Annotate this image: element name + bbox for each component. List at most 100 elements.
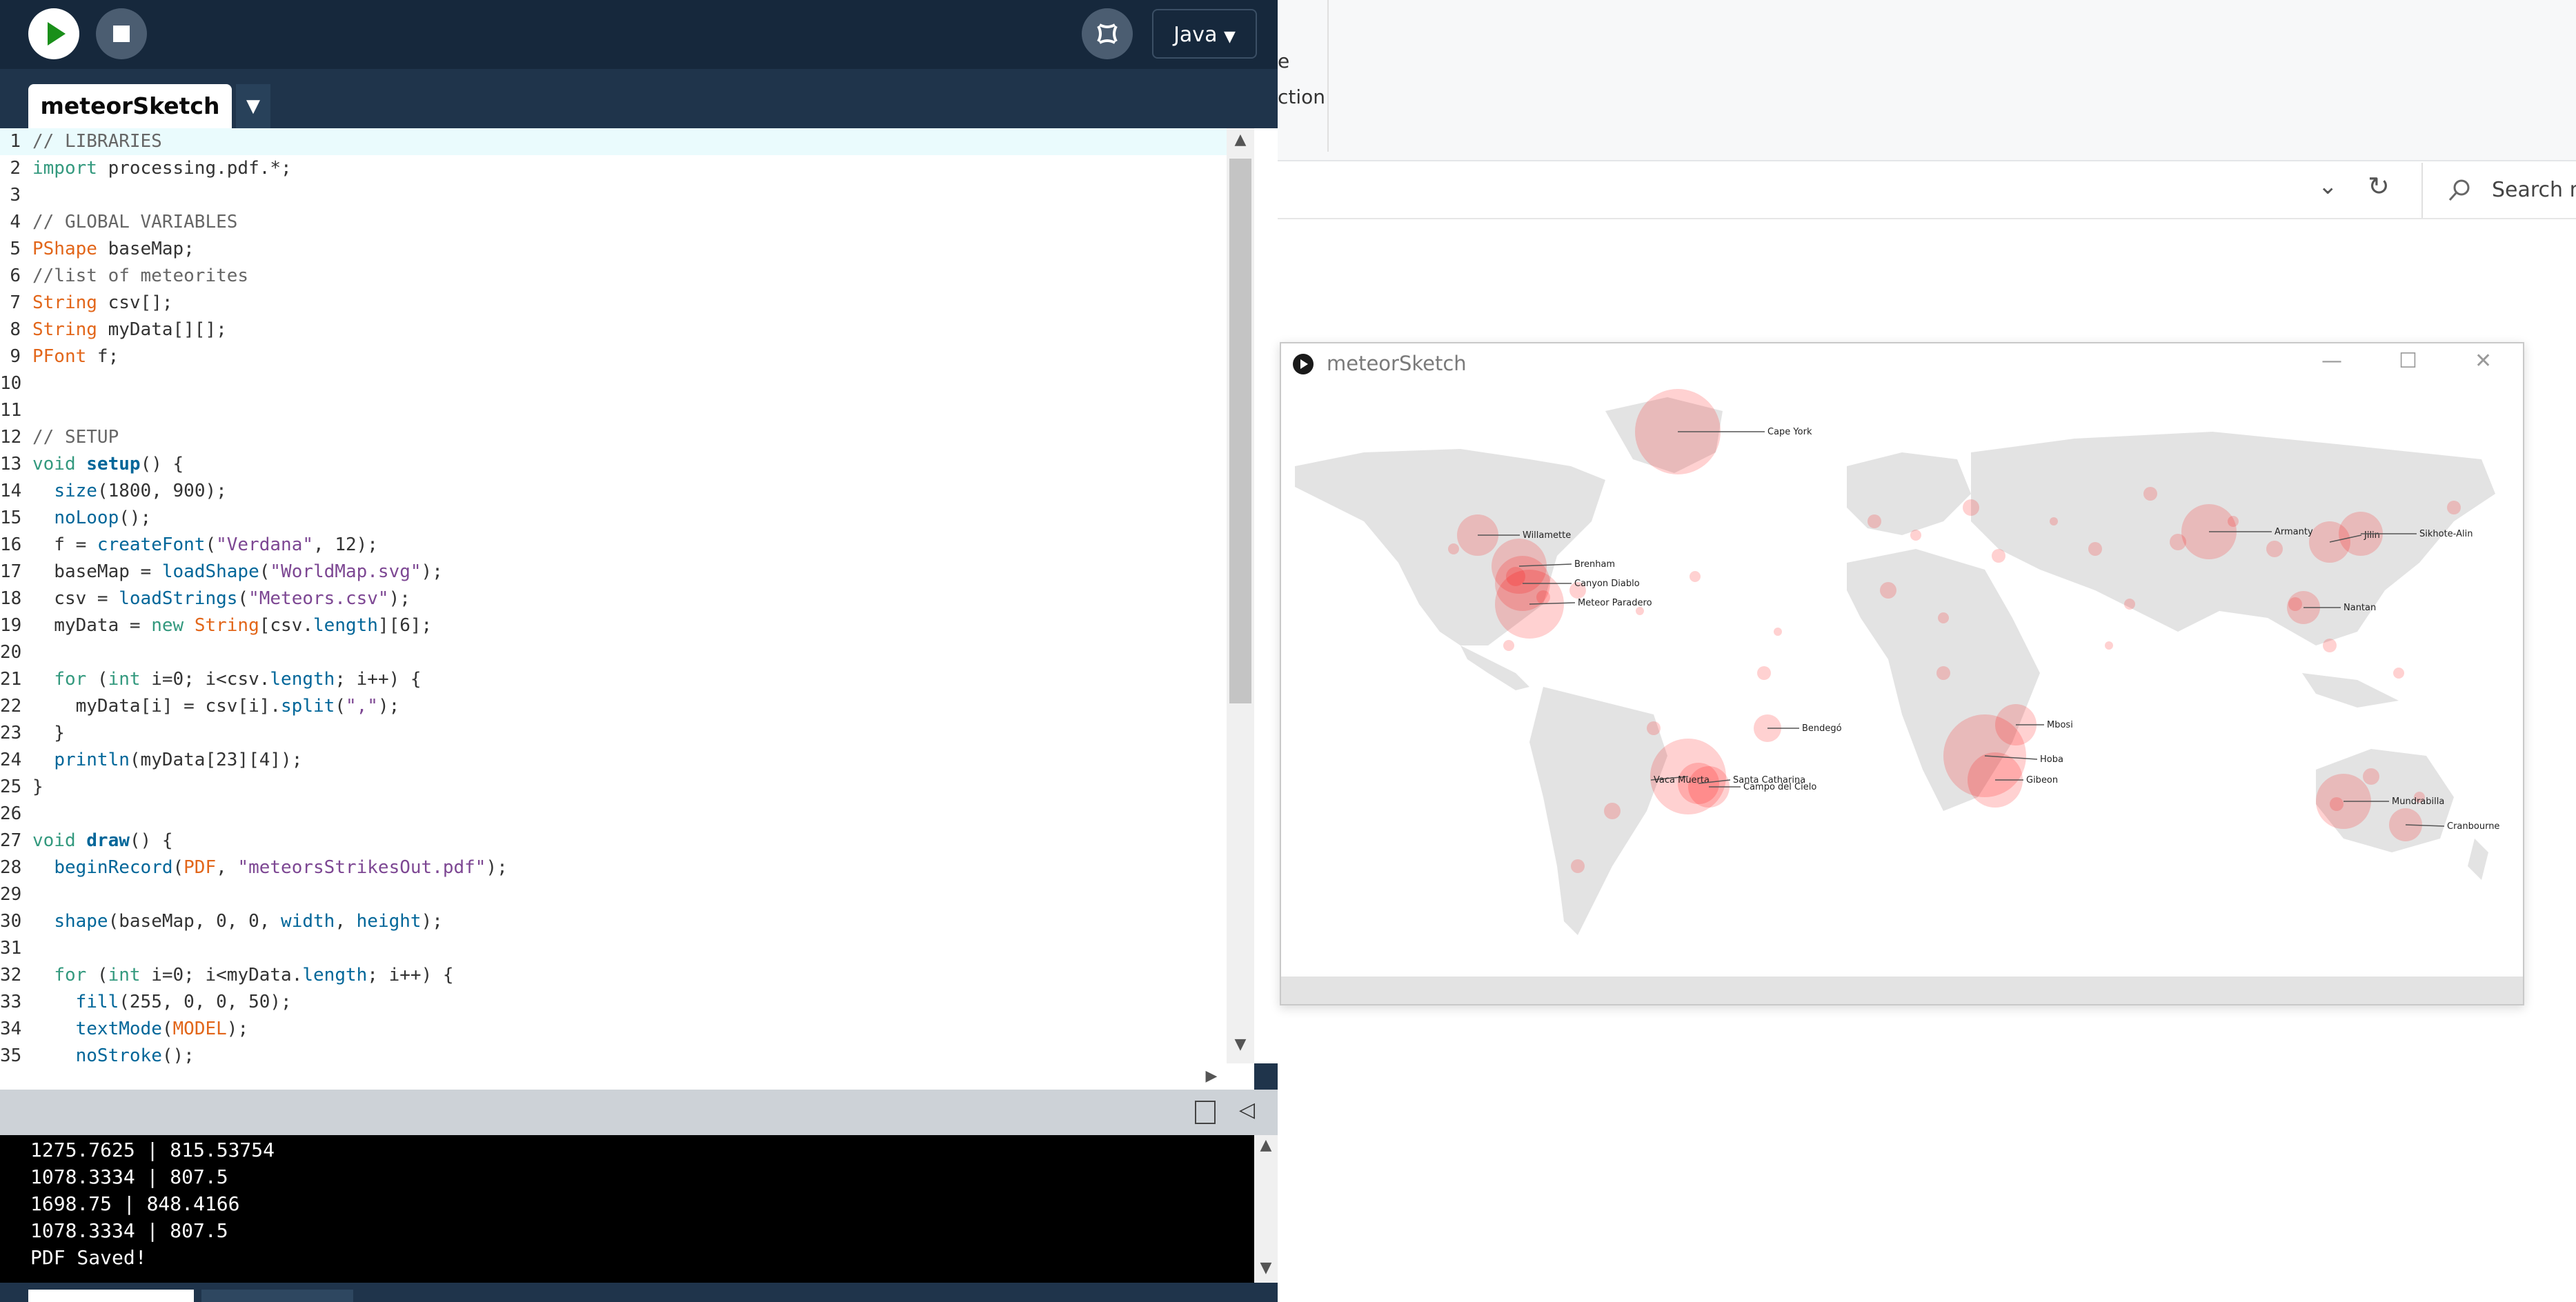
- code-line[interactable]: 30 shape(baseMap, 0, 0, width, height);: [0, 908, 1227, 935]
- code-line[interactable]: 7 String csv[];: [0, 290, 1227, 317]
- code-line[interactable]: 8 String myData[][];: [0, 317, 1227, 343]
- meteor-impact-marker: [1910, 530, 1921, 541]
- meteor-label: Cape York: [1767, 427, 1812, 437]
- code-line[interactable]: 13 void setup() {: [0, 451, 1227, 478]
- code-text: baseMap = loadShape("WorldMap.svg");: [32, 561, 443, 582]
- code-lines[interactable]: 1// LIBRARIES 2 import processing.pdf.*; 3 4…: [0, 128, 1227, 1063]
- collapse-console-icon[interactable]: ◁: [1239, 1098, 1255, 1122]
- line-number: 22: [0, 696, 22, 717]
- stop-button[interactable]: [96, 8, 147, 59]
- sketch-window[interactable]: meteorSketch — ☐ ✕ Cape York Willamette …: [1280, 342, 2524, 1005]
- code-line[interactable]: 9 PFont f;: [0, 343, 1227, 370]
- code-line[interactable]: 2 import processing.pdf.*;: [0, 155, 1227, 182]
- meteor-impact-marker: [1867, 514, 1881, 528]
- code-line[interactable]: 31: [0, 935, 1227, 962]
- refresh-icon[interactable]: ↻: [2368, 171, 2390, 201]
- code-line[interactable]: 15 noLoop();: [0, 505, 1227, 532]
- maximize-icon[interactable]: ☐: [2399, 349, 2417, 373]
- world-map: Cape York Willamette Brenham Canyon Diablo M…: [1281, 389, 2523, 1004]
- code-line[interactable]: 35 noStroke();: [0, 1043, 1227, 1063]
- meteor-label: Cranbourne: [2447, 821, 2499, 832]
- code-line[interactable]: 29: [0, 881, 1227, 908]
- code-text: f = createFont("Verdana", 12);: [32, 534, 378, 555]
- code-line[interactable]: 34 textMode(MODEL);: [0, 1016, 1227, 1043]
- code-line[interactable]: 22 myData[i] = csv[i].split(",");: [0, 693, 1227, 720]
- code-line[interactable]: 11: [0, 397, 1227, 424]
- scrollbar-thumb[interactable]: [1229, 159, 1251, 703]
- meteor-label: Mundrabilla: [2392, 797, 2444, 807]
- tab-meteor-sketch[interactable]: meteorSketch: [28, 84, 232, 128]
- tab-strip: meteorSketch ▼: [0, 69, 1278, 128]
- line-number: 30: [0, 911, 22, 932]
- console-header: ◁: [0, 1090, 1278, 1135]
- code-line[interactable]: 26: [0, 801, 1227, 828]
- scroll-right-icon[interactable]: ▶: [1198, 1068, 1225, 1085]
- code-line[interactable]: 33 fill(255, 0, 0, 50);: [0, 989, 1227, 1016]
- code-text: // LIBRARIES: [32, 131, 162, 152]
- mode-selector[interactable]: Java ▼: [1152, 9, 1257, 59]
- scroll-down-icon[interactable]: ▼: [1227, 1036, 1254, 1053]
- meteor-label: Sikhote-Alin: [2419, 529, 2473, 539]
- code-line[interactable]: 18 csv = loadStrings("Meteors.csv");: [0, 585, 1227, 612]
- meteor-impact-marker: [1604, 803, 1621, 819]
- code-line[interactable]: 3: [0, 182, 1227, 209]
- tab-errors[interactable]: [201, 1290, 353, 1302]
- sketch-titlebar[interactable]: meteorSketch — ☐ ✕: [1281, 343, 2523, 383]
- ribbon-text: e: [1278, 50, 1290, 72]
- land-masses: [1281, 397, 2523, 1004]
- search-input[interactable]: Search m: [2423, 163, 2576, 218]
- code-line[interactable]: 17 baseMap = loadShape("WorldMap.svg");: [0, 559, 1227, 585]
- code-line[interactable]: 6 //list of meteorites: [0, 263, 1227, 290]
- console-scrollbar[interactable]: ▲ ▼: [1254, 1135, 1278, 1283]
- line-number: 29: [0, 884, 22, 905]
- code-line[interactable]: 14 size(1800, 900);: [0, 478, 1227, 505]
- code-line[interactable]: 27 void draw() {: [0, 828, 1227, 854]
- window-title: meteorSketch: [1327, 352, 1467, 375]
- meteor-label: Gibeon: [2026, 775, 2058, 785]
- line-number: 1: [10, 131, 21, 152]
- code-line[interactable]: 1 // LIBRARIES: [0, 128, 1227, 155]
- line-number: 32: [0, 965, 22, 985]
- code-line[interactable]: 32 for (int i=0; i<myData.length; i++) {: [0, 962, 1227, 989]
- debugger-button[interactable]: [1082, 8, 1133, 59]
- code-text: // SETUP: [32, 427, 119, 448]
- run-button[interactable]: [28, 8, 79, 59]
- code-line[interactable]: 21 for (int i=0; i<csv.length; i++) {: [0, 666, 1227, 693]
- meteor-impact-marker: [1448, 543, 1459, 554]
- code-line[interactable]: 24 println(myData[23][4]);: [0, 747, 1227, 774]
- code-line[interactable]: 20: [0, 639, 1227, 666]
- code-text: println(myData[23][4]);: [54, 750, 303, 770]
- line-number: 34: [0, 1019, 22, 1039]
- code-line[interactable]: 5 PShape baseMap;: [0, 236, 1227, 263]
- code-text: for (int i=0; i<csv.length; i++) {: [54, 669, 422, 690]
- meteor-impact-marker: [1936, 666, 1950, 680]
- editor-horizontal-scrollbar[interactable]: ▶: [0, 1063, 1254, 1091]
- scroll-down-icon[interactable]: ▼: [1254, 1259, 1278, 1276]
- meteor-label: Vaca Muerta: [1654, 775, 1710, 785]
- chevron-down-icon[interactable]: ⌄: [2318, 172, 2338, 200]
- meteor-impact-marker: [2088, 542, 2102, 556]
- close-icon[interactable]: ✕: [2475, 349, 2492, 373]
- code-editor[interactable]: 1// LIBRARIES 2 import processing.pdf.*; 3 4…: [0, 128, 1278, 1091]
- tab-menu-button[interactable]: ▼: [236, 84, 270, 128]
- editor-vertical-scrollbar[interactable]: ▲ ▼: [1227, 128, 1254, 1063]
- code-text: noLoop();: [54, 508, 152, 528]
- code-text: csv = loadStrings("Meteors.csv");: [32, 588, 410, 609]
- code-line[interactable]: 28 beginRecord(PDF, "meteorsStrikesOut.p…: [0, 854, 1227, 881]
- code-line[interactable]: 23 }: [0, 720, 1227, 747]
- copy-console-icon[interactable]: [1195, 1101, 1216, 1124]
- minimize-icon[interactable]: —: [2321, 349, 2342, 373]
- code-line[interactable]: 4 // GLOBAL VARIABLES: [0, 209, 1227, 236]
- code-line[interactable]: 16 f = createFont("Verdana", 12);: [0, 532, 1227, 559]
- code-line[interactable]: 19 myData = new String[csv.length][6];: [0, 612, 1227, 639]
- code-line[interactable]: 25}: [0, 774, 1227, 801]
- divider: [1327, 0, 1329, 152]
- code-line[interactable]: 12 // SETUP: [0, 424, 1227, 451]
- tab-console[interactable]: [28, 1290, 194, 1302]
- code-line[interactable]: 10: [0, 370, 1227, 397]
- meteor-impact-marker: [2050, 517, 2058, 525]
- console-line: 1698.75 | 848.4166: [30, 1192, 240, 1215]
- scroll-up-icon[interactable]: ▲: [1254, 1136, 1278, 1154]
- scroll-up-icon[interactable]: ▲: [1227, 131, 1254, 148]
- code-text: for (int i=0; i<myData.length; i++) {: [54, 965, 454, 985]
